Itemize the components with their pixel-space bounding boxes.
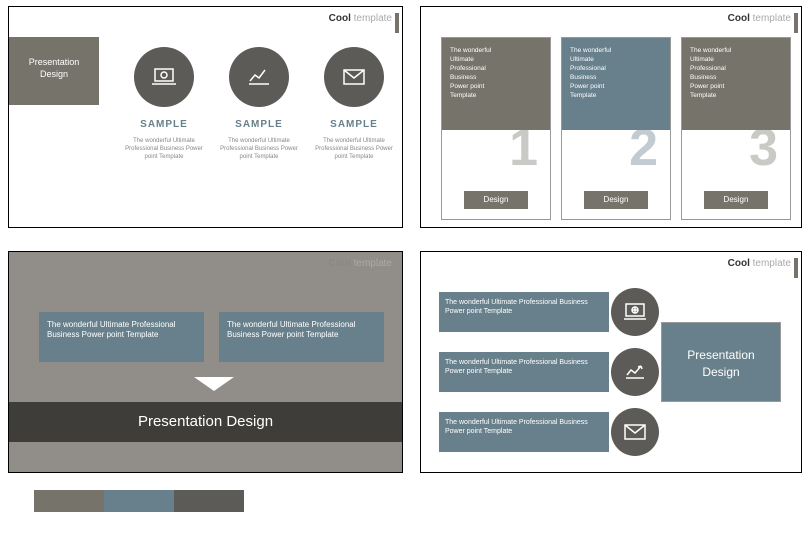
brand-header: Cool template: [329, 13, 392, 24]
slide-2: Cool template The wonderful Ultimate Pro…: [420, 6, 802, 228]
swatch-2: [104, 490, 174, 512]
accent-bar: [794, 258, 798, 278]
sample-label: SAMPLE: [214, 119, 304, 130]
card-text: The wonderful Ultimate Professional Busi…: [682, 38, 790, 130]
sample-desc: The wonderful Ultimate Professional Busi…: [309, 138, 399, 161]
swatch-3: [174, 490, 244, 512]
row-1: The wonderful Ultimate Professional Busi…: [439, 292, 649, 340]
sample-col-3: SAMPLE The wonderful Ultimate Profession…: [309, 47, 399, 161]
slide-1: Cool template Presentation Design SAMPLE…: [8, 6, 403, 228]
mail-icon: [324, 47, 384, 107]
row-3: The wonderful Ultimate Professional Busi…: [439, 412, 649, 460]
swatch-1: [34, 490, 104, 512]
mail-icon: [611, 408, 659, 456]
title-box: Presentation Design: [9, 37, 99, 105]
accent-bar: [794, 13, 798, 33]
card-2: The wonderful Ultimate Professional Busi…: [561, 37, 671, 220]
presentation-box: Presentation Design: [661, 322, 781, 402]
slide-4: Cool template The wonderful Ultimate Pro…: [420, 251, 802, 473]
card-3: The wonderful Ultimate Professional Busi…: [681, 37, 791, 220]
sample-label: SAMPLE: [309, 119, 399, 130]
chart-icon: [611, 348, 659, 396]
sample-label: SAMPLE: [119, 119, 209, 130]
globe-laptop-icon: [611, 288, 659, 336]
row-text: The wonderful Ultimate Professional Busi…: [439, 412, 609, 452]
text-box-1: The wonderful Ultimate Professional Busi…: [39, 312, 204, 362]
card-number: 1: [509, 118, 538, 178]
sample-col-2: SAMPLE The wonderful Ultimate Profession…: [214, 47, 304, 161]
title-bar: Presentation Design: [9, 402, 402, 442]
arrow-down-icon: [194, 377, 234, 391]
design-button[interactable]: Design: [464, 191, 528, 209]
row-text: The wonderful Ultimate Professional Busi…: [439, 292, 609, 332]
card-number: 2: [629, 118, 658, 178]
row-2: The wonderful Ultimate Professional Busi…: [439, 352, 649, 400]
brand-header: Cool template: [329, 258, 392, 269]
brand-header: Cool template: [728, 258, 791, 269]
sample-col-1: SAMPLE The wonderful Ultimate Profession…: [119, 47, 209, 161]
card-text: The wonderful Ultimate Professional Busi…: [562, 38, 670, 130]
card-text: The wonderful Ultimate Professional Busi…: [442, 38, 550, 130]
color-palette: [34, 490, 244, 512]
row-text: The wonderful Ultimate Professional Busi…: [439, 352, 609, 392]
accent-bar: [395, 13, 399, 33]
chart-icon: [229, 47, 289, 107]
brand-header: Cool template: [728, 13, 791, 24]
design-button[interactable]: Design: [584, 191, 648, 209]
laptop-icon: [134, 47, 194, 107]
card-1: The wonderful Ultimate Professional Busi…: [441, 37, 551, 220]
design-button[interactable]: Design: [704, 191, 768, 209]
text-box-2: The wonderful Ultimate Professional Busi…: [219, 312, 384, 362]
card-number: 3: [749, 118, 778, 178]
sample-desc: The wonderful Ultimate Professional Busi…: [214, 138, 304, 161]
sample-desc: The wonderful Ultimate Professional Busi…: [119, 138, 209, 161]
slide-3: Cool template The wonderful Ultimate Pro…: [8, 251, 403, 473]
